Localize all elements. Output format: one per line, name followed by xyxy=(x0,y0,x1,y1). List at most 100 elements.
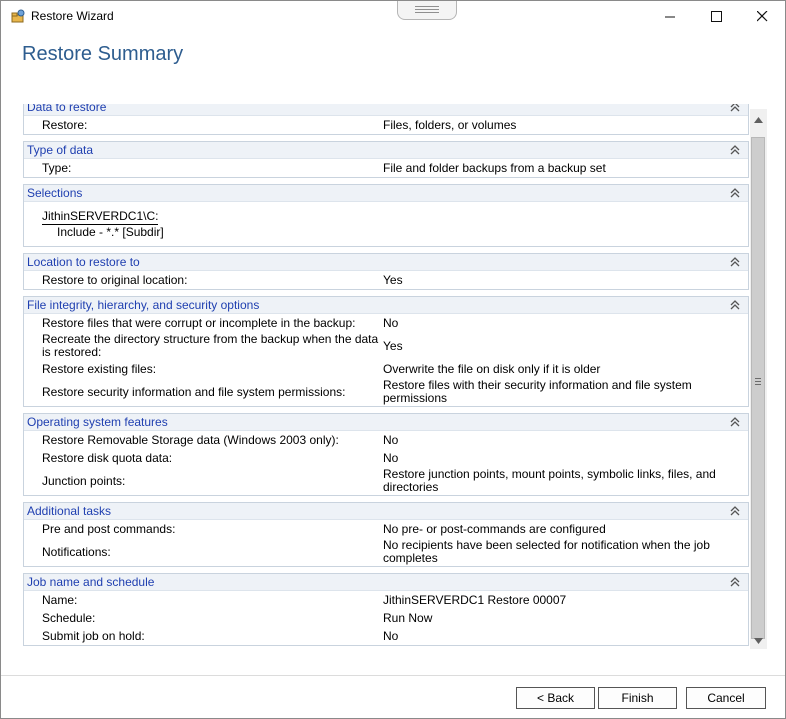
detail-label: Schedule: xyxy=(42,610,96,625)
scroll-up-button[interactable] xyxy=(750,111,767,128)
scroll-down-icon xyxy=(754,637,763,644)
detail-value: Restore files with their security inform… xyxy=(383,378,692,405)
detail-label: Junction points: xyxy=(42,473,126,488)
footer-separator xyxy=(1,675,785,676)
detail-value: Overwrite the file on disk only if it is… xyxy=(383,361,601,376)
section-header[interactable]: File integrity, hierarchy, and security … xyxy=(24,297,748,314)
window-title: Restore Wizard xyxy=(31,9,114,23)
scrollbar-thumb[interactable] xyxy=(751,137,765,639)
selection-path: JithinSERVERDC1\C: xyxy=(42,209,159,225)
detail-row: Notifications: No recipients have been s… xyxy=(24,538,748,566)
detail-value: No xyxy=(383,628,399,643)
section-title: Location to restore to xyxy=(27,255,140,269)
detail-value: Run Now xyxy=(383,610,433,625)
detail-label: Restore files that were corrupt or incom… xyxy=(42,315,356,330)
restore-wizard-icon xyxy=(11,9,25,23)
detail-label: Restore: xyxy=(42,117,88,132)
maximize-button[interactable] xyxy=(693,1,739,31)
section-title: Operating system features xyxy=(27,415,168,429)
detail-row: Type: File and folder backups from a bac… xyxy=(24,159,748,177)
section-title: Type of data xyxy=(27,143,94,157)
detail-label: Restore existing files: xyxy=(42,361,157,376)
page-title: Restore Summary xyxy=(22,43,184,65)
section-os-features: Operating system features Restore Remova… xyxy=(23,413,749,496)
section-header[interactable]: Data to restore xyxy=(24,104,748,116)
detail-label: Restore disk quota data: xyxy=(42,450,173,465)
maximize-icon xyxy=(710,10,722,22)
detail-label: Submit job on hold: xyxy=(42,628,145,643)
section-title: Selections xyxy=(27,186,83,200)
section-data-to-restore: Data to restore Restore: Files, folders,… xyxy=(23,104,749,135)
detail-row: Submit job on hold: No xyxy=(24,627,748,645)
detail-value: Yes xyxy=(383,272,403,287)
title-bar[interactable]: Restore Wizard xyxy=(1,1,785,31)
collapse-chevrons-icon[interactable] xyxy=(729,299,741,311)
minimize-button[interactable] xyxy=(647,1,693,31)
detail-row: Restore Removable Storage data (Windows … xyxy=(24,431,748,449)
detail-row: Restore security information and file sy… xyxy=(24,378,748,406)
selection-list: JithinSERVERDC1\C: Include - *.* [Subdir… xyxy=(24,202,748,246)
section-type-of-data: Type of data Type: File and folder backu… xyxy=(23,141,749,178)
selection-include: Include - *.* [Subdir] xyxy=(57,225,164,239)
minimize-icon xyxy=(664,16,675,17)
detail-row: Junction points: Restore junction points… xyxy=(24,467,748,495)
detail-row: Name: JithinSERVERDC1 Restore 00007 xyxy=(24,591,748,609)
detail-label: Restore to original location: xyxy=(42,272,188,287)
vertical-scrollbar[interactable] xyxy=(750,109,767,649)
section-title: Job name and schedule xyxy=(27,575,155,589)
detail-label: Name: xyxy=(42,592,78,607)
detail-value: Files, folders, or volumes xyxy=(383,117,517,132)
section-title: File integrity, hierarchy, and security … xyxy=(27,298,260,312)
section-job-name-schedule: Job name and schedule Name: JithinSERVER… xyxy=(23,573,749,646)
section-title: Additional tasks xyxy=(27,504,112,518)
thumb-grip-icon xyxy=(755,378,761,387)
restore-wizard-window: Restore Wizard Restore Summary Data to r… xyxy=(0,0,786,719)
collapse-chevrons-icon[interactable] xyxy=(729,256,741,268)
detail-value: File and folder backups from a backup se… xyxy=(383,160,606,175)
collapse-chevrons-icon[interactable] xyxy=(729,505,741,517)
summary-content[interactable]: Data to restore Restore: Files, folders,… xyxy=(23,104,749,649)
section-header[interactable]: Additional tasks xyxy=(24,503,748,520)
collapse-chevrons-icon[interactable] xyxy=(729,144,741,156)
cancel-button[interactable]: Cancel xyxy=(686,687,766,709)
section-header[interactable]: Operating system features xyxy=(24,414,748,431)
back-button[interactable]: < Back xyxy=(516,687,595,709)
detail-value: No xyxy=(383,450,399,465)
detail-row: Restore existing files: Overwrite the fi… xyxy=(24,360,748,378)
section-header[interactable]: Location to restore to xyxy=(24,254,748,271)
detail-value: No pre- or post-commands are configured xyxy=(383,521,606,536)
wizard-header: Restore Summary xyxy=(1,31,785,101)
detail-label: Restore security information and file sy… xyxy=(42,384,346,399)
collapse-chevrons-icon[interactable] xyxy=(729,416,741,428)
collapse-chevrons-icon[interactable] xyxy=(729,187,741,199)
collapse-chevrons-icon[interactable] xyxy=(729,576,741,588)
scroll-up-icon xyxy=(754,116,763,123)
section-header[interactable]: Job name and schedule xyxy=(24,574,748,591)
detail-label: Type: xyxy=(42,160,72,175)
finish-button[interactable]: Finish xyxy=(598,687,677,709)
section-selections: Selections JithinSERVERDC1\C: Include - … xyxy=(23,184,749,247)
detail-value: JithinSERVERDC1 Restore 00007 xyxy=(383,592,567,607)
detail-row: Pre and post commands: No pre- or post-c… xyxy=(24,520,748,538)
detail-label: Recreate the directory structure from th… xyxy=(42,332,379,359)
detail-value: No xyxy=(383,432,399,447)
collapse-chevrons-icon[interactable] xyxy=(729,104,741,113)
detail-value: No xyxy=(383,315,399,330)
detail-row: Restore to original location: Yes xyxy=(24,271,748,289)
close-icon xyxy=(756,10,767,21)
scroll-down-button[interactable] xyxy=(750,632,767,649)
detail-value: Yes xyxy=(383,338,403,353)
section-header[interactable]: Type of data xyxy=(24,142,748,159)
detail-label: Restore Removable Storage data (Windows … xyxy=(42,432,339,447)
detail-value: Restore junction points, mount points, s… xyxy=(383,467,716,494)
detail-label: Notifications: xyxy=(42,544,111,559)
close-button[interactable] xyxy=(739,1,785,31)
section-integrity: File integrity, hierarchy, and security … xyxy=(23,296,749,407)
section-location: Location to restore to Restore to origin… xyxy=(23,253,749,290)
detail-row: Restore files that were corrupt or incom… xyxy=(24,314,748,332)
detail-row: Schedule: Run Now xyxy=(24,609,748,627)
title-grip-handle[interactable] xyxy=(397,1,457,20)
section-header[interactable]: Selections xyxy=(24,185,748,202)
detail-label: Pre and post commands: xyxy=(42,521,176,536)
detail-row: Recreate the directory structure from th… xyxy=(24,332,748,360)
